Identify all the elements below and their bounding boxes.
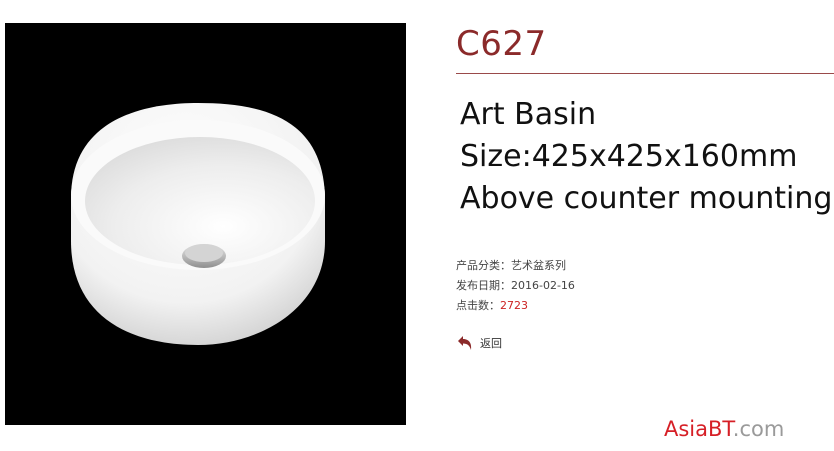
return-arrow-icon: [458, 336, 472, 350]
basin-image: [71, 103, 325, 345]
meta-views: 点击数：2723: [456, 296, 575, 316]
product-specs: Art Basin Size:425x425x160mm Above count…: [460, 94, 832, 220]
meta-category-label: 产品分类：: [456, 259, 511, 272]
back-link[interactable]: 返回: [456, 334, 502, 352]
spec-mounting: Above counter mounting: [460, 181, 833, 216]
title-divider: [456, 73, 834, 74]
spec-type: Art Basin: [460, 97, 597, 132]
meta-category: 产品分类：艺术盆系列: [456, 256, 575, 276]
product-photo: [5, 23, 406, 425]
meta-views-value: 2723: [500, 299, 528, 312]
back-label: 返回: [480, 337, 502, 350]
site-watermark: AsiaBT.com: [664, 414, 784, 444]
meta-date-value: 2016-02-16: [511, 279, 575, 292]
product-code: C627: [456, 24, 547, 64]
meta-date-label: 发布日期：: [456, 279, 511, 292]
product-meta: 产品分类：艺术盆系列 发布日期：2016-02-16 点击数：2723: [456, 256, 575, 316]
spec-size: Size:425x425x160mm: [460, 139, 798, 174]
meta-date: 发布日期：2016-02-16: [456, 276, 575, 296]
meta-category-value[interactable]: 艺术盆系列: [511, 259, 566, 272]
meta-views-label: 点击数：: [456, 299, 500, 312]
watermark-tld: .com: [732, 417, 785, 441]
watermark-brand: AsiaBT: [664, 417, 733, 441]
